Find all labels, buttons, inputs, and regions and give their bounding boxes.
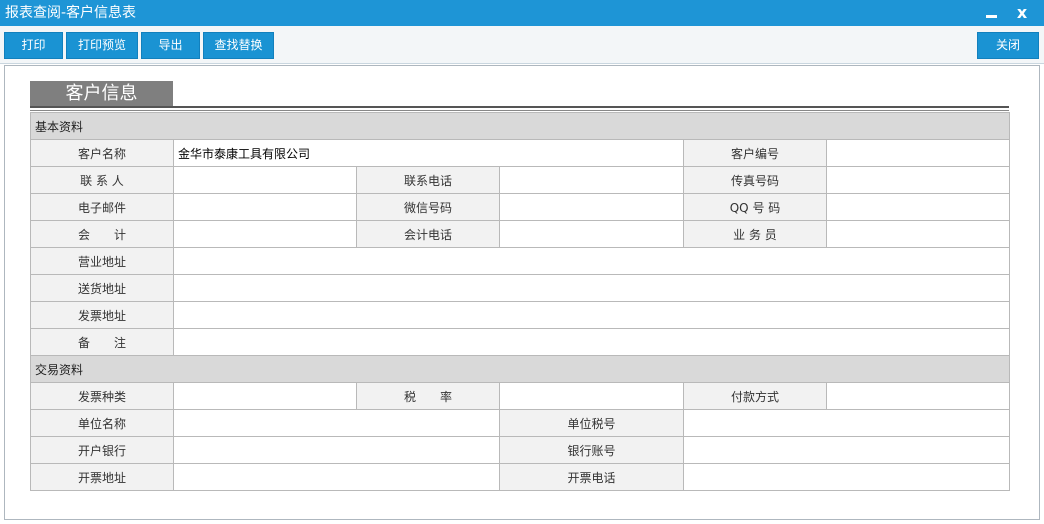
payment-method-value[interactable] [825,382,1011,410]
table-row: 单位名称 单位税号 [30,409,1011,437]
accountant-phone-label: 会计电话 [356,220,500,248]
billing-address-label: 开票地址 [30,463,174,491]
minimize-icon [986,15,997,18]
customer-info-table: 基本资料 客户名称 金华市泰康工具有限公司 客户编号 联 系 人 联系电话 传真… [29,112,1011,491]
unit-name-value[interactable] [173,409,500,437]
accountant-value[interactable] [173,220,357,248]
section-divider-thin [30,110,1009,111]
table-row: 会 计 会计电话 业 务 员 [30,220,1011,248]
remark-label: 备 注 [30,328,174,356]
phone-value[interactable] [499,166,684,194]
section-divider [30,106,1009,108]
customer-name-label: 客户名称 [30,139,174,167]
export-button[interactable]: 导出 [141,32,200,59]
table-row: 开票地址 开票电话 [30,463,1011,491]
billing-phone-label: 开票电话 [499,463,684,491]
close-icon: x [1016,3,1028,22]
unit-name-label: 单位名称 [30,409,174,437]
wechat-label: 微信号码 [356,193,500,221]
close-button[interactable]: 关闭 [977,32,1039,59]
bank-account-value[interactable] [682,436,1011,464]
group-header-trade: 交易资料 [29,355,1011,383]
table-row: 备 注 [30,328,1011,356]
invoice-type-value[interactable] [173,382,357,410]
invoice-type-label: 发票种类 [30,382,174,410]
tax-rate-value[interactable] [499,382,684,410]
tax-rate-label: 税 率 [356,382,500,410]
table-row: 营业地址 [30,247,1011,275]
customer-no-value[interactable] [825,139,1011,167]
bank-account-label: 银行账号 [499,436,684,464]
payment-method-label: 付款方式 [683,382,827,410]
salesman-value[interactable] [825,220,1011,248]
billing-address-value[interactable] [173,463,500,491]
contact-label: 联 系 人 [30,166,174,194]
wechat-value[interactable] [499,193,684,221]
business-address-label: 营业地址 [30,247,174,275]
fax-value[interactable] [825,166,1011,194]
invoice-address-value[interactable] [172,301,1011,329]
table-row: 开户银行 银行账号 [30,436,1011,464]
qq-value[interactable] [825,193,1011,221]
print-button[interactable]: 打印 [4,32,63,59]
bank-value[interactable] [173,436,500,464]
table-row-group-trade: 交易资料 [29,355,1011,383]
email-label: 电子邮件 [30,193,174,221]
business-address-value[interactable] [172,247,1011,275]
title-bar: 报表查阅-客户信息表 x [0,0,1044,26]
accountant-label: 会 计 [30,220,174,248]
find-replace-button[interactable]: 查找替换 [203,32,274,59]
fax-label: 传真号码 [683,166,827,194]
phone-label: 联系电话 [356,166,500,194]
customer-no-label: 客户编号 [683,139,827,167]
customer-name-value[interactable]: 金华市泰康工具有限公司 [173,139,684,167]
delivery-address-value[interactable] [172,274,1011,302]
delivery-address-label: 送货地址 [30,274,174,302]
bank-label: 开户银行 [30,436,174,464]
invoice-address-label: 发票地址 [30,301,174,329]
tax-no-label: 单位税号 [499,409,684,437]
billing-phone-value[interactable] [682,463,1011,491]
close-window-button[interactable]: x [1011,3,1033,23]
tax-no-value[interactable] [682,409,1011,437]
qq-label: QQ 号 码 [683,193,827,221]
remark-value[interactable] [172,328,1011,356]
window-title: 报表查阅-客户信息表 [5,5,137,21]
section-title: 客户信息 [30,81,173,107]
table-row: 发票种类 税 率 付款方式 [30,382,1011,410]
table-row-group-basic: 基本资料 [29,112,1011,140]
group-header-basic: 基本资料 [29,112,1011,140]
contact-value[interactable] [173,166,357,194]
table-row: 客户名称 金华市泰康工具有限公司 客户编号 [30,139,1011,167]
salesman-label: 业 务 员 [683,220,827,248]
accountant-phone-value[interactable] [499,220,684,248]
toolbar: 打印 打印预览 导出 查找替换 关闭 [0,26,1044,64]
minimize-button[interactable] [980,3,1002,23]
table-row: 联 系 人 联系电话 传真号码 [30,166,1011,194]
table-row: 电子邮件 微信号码 QQ 号 码 [30,193,1011,221]
print-preview-button[interactable]: 打印预览 [66,32,138,59]
table-row: 发票地址 [30,301,1011,329]
email-value[interactable] [173,193,357,221]
table-row: 送货地址 [30,274,1011,302]
